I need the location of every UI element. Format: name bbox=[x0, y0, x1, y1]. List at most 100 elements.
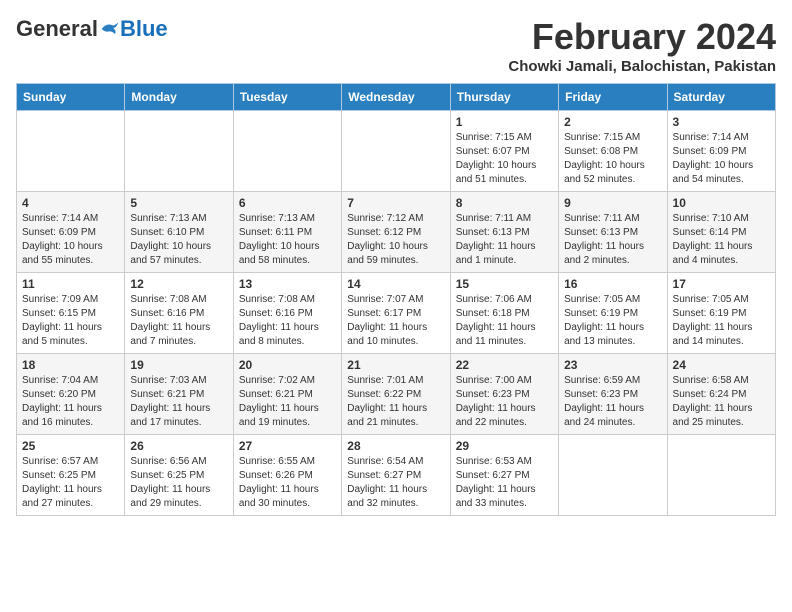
calendar-cell: 28 Sunrise: 6:54 AMSunset: 6:27 PMDayligh… bbox=[342, 435, 450, 516]
title-block: February 2024 Chowki Jamali, Balochistan… bbox=[508, 16, 776, 75]
day-info: Sunrise: 7:03 AMSunset: 6:21 PMDaylight:… bbox=[130, 374, 227, 430]
day-info: Sunrise: 7:10 AMSunset: 6:14 PMDaylight:… bbox=[673, 212, 770, 268]
calendar-cell: 15 Sunrise: 7:06 AMSunset: 6:18 PMDayligh… bbox=[450, 273, 558, 354]
calendar-cell: 21 Sunrise: 7:01 AMSunset: 6:22 PMDayligh… bbox=[342, 354, 450, 435]
day-info: Sunrise: 7:04 AMSunset: 6:20 PMDaylight:… bbox=[22, 374, 119, 430]
day-info: Sunrise: 7:09 AMSunset: 6:15 PMDaylight:… bbox=[22, 293, 119, 349]
day-number: 16 bbox=[564, 277, 661, 291]
calendar-cell: 13 Sunrise: 7:08 AMSunset: 6:16 PMDayligh… bbox=[233, 273, 341, 354]
day-number: 10 bbox=[673, 196, 770, 210]
day-info: Sunrise: 6:53 AMSunset: 6:27 PMDaylight:… bbox=[456, 455, 553, 511]
day-info: Sunrise: 7:07 AMSunset: 6:17 PMDaylight:… bbox=[347, 293, 444, 349]
header-sunday: Sunday bbox=[17, 84, 125, 111]
day-info: Sunrise: 7:11 AMSunset: 6:13 PMDaylight:… bbox=[456, 212, 553, 268]
calendar-cell: 25 Sunrise: 6:57 AMSunset: 6:25 PMDayligh… bbox=[17, 435, 125, 516]
day-info: Sunrise: 7:14 AMSunset: 6:09 PMDaylight:… bbox=[22, 212, 119, 268]
calendar-cell bbox=[125, 111, 233, 192]
header-monday: Monday bbox=[125, 84, 233, 111]
day-info: Sunrise: 7:05 AMSunset: 6:19 PMDaylight:… bbox=[673, 293, 770, 349]
day-number: 7 bbox=[347, 196, 444, 210]
calendar-cell bbox=[559, 435, 667, 516]
day-number: 3 bbox=[673, 115, 770, 129]
day-info: Sunrise: 7:02 AMSunset: 6:21 PMDaylight:… bbox=[239, 374, 336, 430]
calendar-cell: 11 Sunrise: 7:09 AMSunset: 6:15 PMDayligh… bbox=[17, 273, 125, 354]
day-info: Sunrise: 6:59 AMSunset: 6:23 PMDaylight:… bbox=[564, 374, 661, 430]
calendar-cell: 2 Sunrise: 7:15 AMSunset: 6:08 PMDaylight… bbox=[559, 111, 667, 192]
day-number: 29 bbox=[456, 439, 553, 453]
calendar-cell: 6Sunrise: 7:13 AMSunset: 6:11 PMDaylight… bbox=[233, 192, 341, 273]
day-number: 4 bbox=[22, 196, 119, 210]
calendar-cell bbox=[17, 111, 125, 192]
day-number: 24 bbox=[673, 358, 770, 372]
calendar-cell: 12 Sunrise: 7:08 AMSunset: 6:16 PMDayligh… bbox=[125, 273, 233, 354]
day-number: 22 bbox=[456, 358, 553, 372]
calendar-table: SundayMondayTuesdayWednesdayThursdayFrid… bbox=[16, 83, 776, 516]
calendar-cell: 9 Sunrise: 7:11 AMSunset: 6:13 PMDaylight… bbox=[559, 192, 667, 273]
week-row-3: 11 Sunrise: 7:09 AMSunset: 6:15 PMDayligh… bbox=[17, 273, 776, 354]
calendar-cell: 22 Sunrise: 7:00 AMSunset: 6:23 PMDayligh… bbox=[450, 354, 558, 435]
calendar-cell: 29 Sunrise: 6:53 AMSunset: 6:27 PMDayligh… bbox=[450, 435, 558, 516]
week-row-4: 18 Sunrise: 7:04 AMSunset: 6:20 PMDayligh… bbox=[17, 354, 776, 435]
calendar-cell bbox=[233, 111, 341, 192]
day-number: 2 bbox=[564, 115, 661, 129]
calendar-header-row: SundayMondayTuesdayWednesdayThursdayFrid… bbox=[17, 84, 776, 111]
day-info: Sunrise: 7:13 AMSunset: 6:11 PMDaylight:… bbox=[239, 212, 336, 268]
day-number: 21 bbox=[347, 358, 444, 372]
day-info: Sunrise: 6:54 AMSunset: 6:27 PMDaylight:… bbox=[347, 455, 444, 511]
day-info: Sunrise: 7:15 AMSunset: 6:08 PMDaylight:… bbox=[564, 131, 661, 187]
day-number: 26 bbox=[130, 439, 227, 453]
day-info: Sunrise: 7:08 AMSunset: 6:16 PMDaylight:… bbox=[130, 293, 227, 349]
day-info: Sunrise: 7:06 AMSunset: 6:18 PMDaylight:… bbox=[456, 293, 553, 349]
calendar-cell: 17 Sunrise: 7:05 AMSunset: 6:19 PMDayligh… bbox=[667, 273, 775, 354]
day-number: 18 bbox=[22, 358, 119, 372]
day-info: Sunrise: 7:00 AMSunset: 6:23 PMDaylight:… bbox=[456, 374, 553, 430]
month-year-title: February 2024 bbox=[508, 16, 776, 58]
day-number: 1 bbox=[456, 115, 553, 129]
day-info: Sunrise: 6:57 AMSunset: 6:25 PMDaylight:… bbox=[22, 455, 119, 511]
calendar-cell: 19Sunrise: 7:03 AMSunset: 6:21 PMDayligh… bbox=[125, 354, 233, 435]
day-info: Sunrise: 7:01 AMSunset: 6:22 PMDaylight:… bbox=[347, 374, 444, 430]
location-subtitle: Chowki Jamali, Balochistan, Pakistan bbox=[508, 58, 776, 75]
logo-bird-icon bbox=[100, 19, 120, 39]
day-number: 14 bbox=[347, 277, 444, 291]
header-thursday: Thursday bbox=[450, 84, 558, 111]
day-number: 27 bbox=[239, 439, 336, 453]
day-info: Sunrise: 7:11 AMSunset: 6:13 PMDaylight:… bbox=[564, 212, 661, 268]
day-info: Sunrise: 7:13 AMSunset: 6:10 PMDaylight:… bbox=[130, 212, 227, 268]
header: General Blue February 2024 Chowki Jamali… bbox=[16, 16, 776, 75]
day-info: Sunrise: 7:12 AMSunset: 6:12 PMDaylight:… bbox=[347, 212, 444, 268]
calendar-cell: 5 Sunrise: 7:13 AMSunset: 6:10 PMDaylight… bbox=[125, 192, 233, 273]
day-number: 8 bbox=[456, 196, 553, 210]
calendar-cell bbox=[342, 111, 450, 192]
calendar-cell: 1 Sunrise: 7:15 AMSunset: 6:07 PMDaylight… bbox=[450, 111, 558, 192]
week-row-1: 1 Sunrise: 7:15 AMSunset: 6:07 PMDaylight… bbox=[17, 111, 776, 192]
calendar-cell: 7 Sunrise: 7:12 AMSunset: 6:12 PMDaylight… bbox=[342, 192, 450, 273]
calendar-cell: 18 Sunrise: 7:04 AMSunset: 6:20 PMDayligh… bbox=[17, 354, 125, 435]
calendar-cell: 14 Sunrise: 7:07 AMSunset: 6:17 PMDayligh… bbox=[342, 273, 450, 354]
calendar-cell: 8 Sunrise: 7:11 AMSunset: 6:13 PMDaylight… bbox=[450, 192, 558, 273]
calendar-cell: 27 Sunrise: 6:55 AMSunset: 6:26 PMDayligh… bbox=[233, 435, 341, 516]
calendar-cell bbox=[667, 435, 775, 516]
day-number: 13 bbox=[239, 277, 336, 291]
day-info: Sunrise: 7:08 AMSunset: 6:16 PMDaylight:… bbox=[239, 293, 336, 349]
calendar-cell: 24 Sunrise: 6:58 AMSunset: 6:24 PMDayligh… bbox=[667, 354, 775, 435]
calendar-cell: 4 Sunrise: 7:14 AMSunset: 6:09 PMDaylight… bbox=[17, 192, 125, 273]
day-number: 5 bbox=[130, 196, 227, 210]
day-info: Sunrise: 7:05 AMSunset: 6:19 PMDaylight:… bbox=[564, 293, 661, 349]
calendar-cell: 10 Sunrise: 7:10 AMSunset: 6:14 PMDayligh… bbox=[667, 192, 775, 273]
day-number: 28 bbox=[347, 439, 444, 453]
header-tuesday: Tuesday bbox=[233, 84, 341, 111]
day-number: 9 bbox=[564, 196, 661, 210]
day-info: Sunrise: 6:58 AMSunset: 6:24 PMDaylight:… bbox=[673, 374, 770, 430]
day-info: Sunrise: 7:14 AMSunset: 6:09 PMDaylight:… bbox=[673, 131, 770, 187]
day-number: 25 bbox=[22, 439, 119, 453]
logo-general-text: General bbox=[16, 16, 98, 42]
day-number: 15 bbox=[456, 277, 553, 291]
header-wednesday: Wednesday bbox=[342, 84, 450, 111]
day-number: 20 bbox=[239, 358, 336, 372]
day-number: 17 bbox=[673, 277, 770, 291]
day-number: 11 bbox=[22, 277, 119, 291]
day-number: 12 bbox=[130, 277, 227, 291]
day-info: Sunrise: 7:15 AMSunset: 6:07 PMDaylight:… bbox=[456, 131, 553, 187]
day-info: Sunrise: 6:55 AMSunset: 6:26 PMDaylight:… bbox=[239, 455, 336, 511]
